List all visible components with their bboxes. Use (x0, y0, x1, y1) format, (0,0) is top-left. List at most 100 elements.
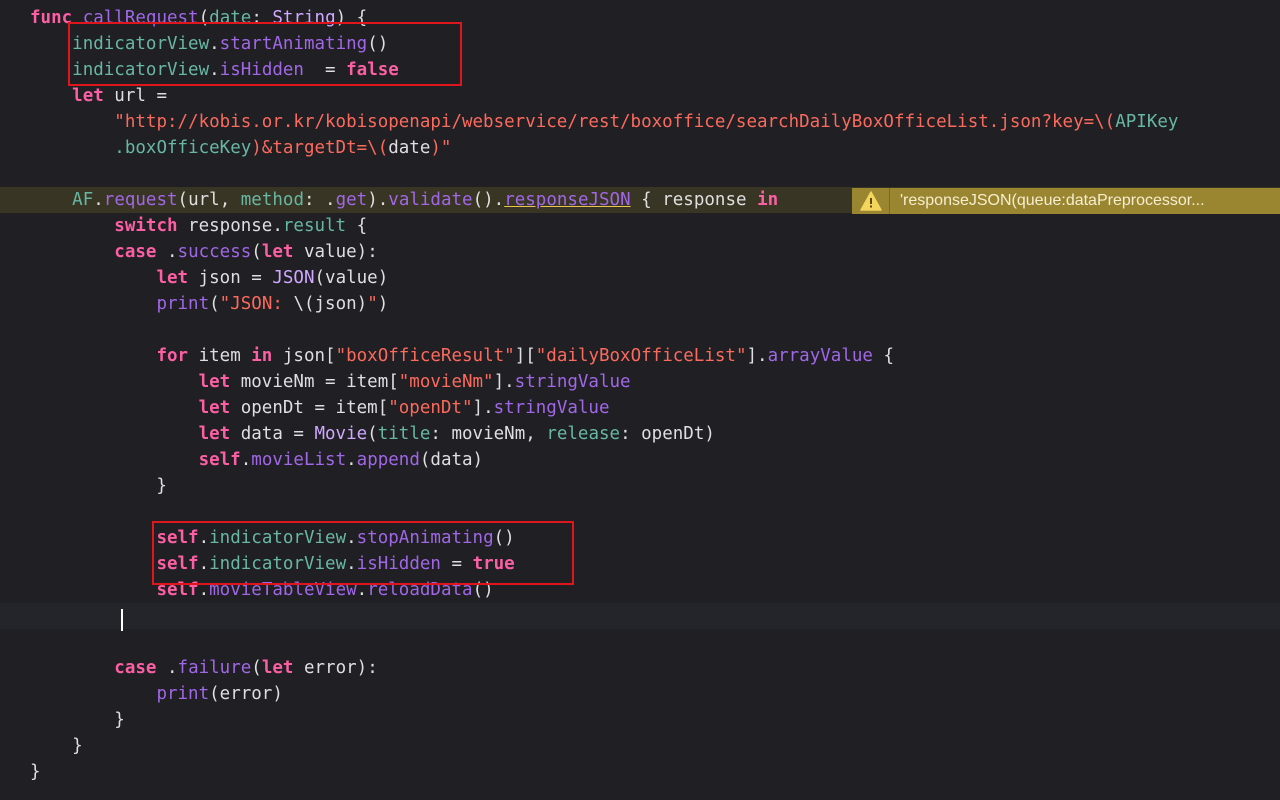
code-token: " (367, 294, 378, 314)
code-token: : movieNm, (430, 424, 547, 444)
code-token: } (30, 762, 41, 782)
code-line[interactable]: let openDt = item["openDt"].stringValue (0, 395, 1280, 421)
code-token: (value) (314, 268, 389, 288)
code-line[interactable] (0, 161, 1280, 187)
code-token: release (546, 424, 621, 444)
code-token: responseJSON (504, 190, 631, 210)
warning-message: 'responseJSON(queue:dataPreprocessor... (900, 192, 1205, 209)
code-token: print (156, 294, 210, 314)
code-token: ( (209, 294, 220, 314)
text-cursor (121, 609, 123, 631)
code-token: func (30, 8, 73, 28)
code-token: method (240, 190, 304, 210)
code-token: json[ (272, 346, 336, 366)
code-token: success (177, 242, 252, 262)
code-token: movieList (251, 450, 347, 470)
code-token: ) (377, 294, 389, 314)
code-token: get (335, 190, 368, 210)
code-token: APIKey (1115, 112, 1179, 132)
code-line[interactable]: let json = JSON(value) (0, 265, 1280, 291)
code-line[interactable]: print("JSON: \(json)") (0, 291, 1280, 317)
code-token: . (346, 450, 357, 470)
code-line[interactable] (0, 603, 1280, 629)
code-token: request (103, 190, 178, 210)
code-token: let (156, 268, 189, 288)
code-line[interactable]: switch response.result { (0, 213, 1280, 239)
code-token: title (377, 424, 431, 444)
code-editor[interactable]: func callRequest(date: String) { indicat… (0, 0, 1280, 800)
code-token: . (93, 190, 104, 210)
code-token: ( (367, 424, 378, 444)
code-line[interactable]: case .success(let value): (0, 239, 1280, 265)
code-token: Movie (314, 424, 368, 444)
code-line[interactable]: } (0, 473, 1280, 499)
code-token: stringValue (493, 398, 610, 418)
code-line[interactable]: } (0, 759, 1280, 785)
code-token: ][ (514, 346, 536, 366)
code-token: AF (72, 190, 94, 210)
code-token: stringValue (514, 372, 631, 392)
code-token: (url, (177, 190, 241, 210)
code-token: } (30, 710, 125, 730)
code-token: "openDt" (388, 398, 473, 418)
code-line[interactable]: .boxOfficeKey)&targetDt=\(date)" (0, 135, 1280, 161)
code-token: response. (177, 216, 283, 236)
warning-badge[interactable]: 'responseJSON(queue:dataPreprocessor... (852, 188, 1280, 214)
code-token: : . (303, 190, 336, 210)
code-line[interactable]: let movieNm = item["movieNm"].stringValu… (0, 369, 1280, 395)
code-token: in (757, 190, 779, 210)
code-token: switch (114, 216, 178, 236)
code-line[interactable]: } (0, 733, 1280, 759)
code-token: append (356, 450, 420, 470)
code-line[interactable]: "http://kobis.or.kr/kobisopenapi/webserv… (0, 109, 1280, 135)
code-token: self (198, 450, 241, 470)
code-token: )" (430, 138, 452, 158)
code-token: json = (188, 268, 273, 288)
code-token: error): (293, 658, 378, 678)
code-token: openDt = item[ (230, 398, 389, 418)
code-token: { (346, 216, 368, 236)
code-line[interactable]: case .failure(let error): (0, 655, 1280, 681)
code-token: : openDt) (620, 424, 715, 444)
code-token: JSON (272, 268, 315, 288)
code-line[interactable] (0, 317, 1280, 343)
code-token: "JSON: (219, 294, 294, 314)
code-token: ]. (746, 346, 768, 366)
code-token: ]. (472, 398, 494, 418)
code-line[interactable]: let data = Movie(title: movieNm, release… (0, 421, 1280, 447)
warning-triangle-icon[interactable] (852, 188, 890, 214)
code-line[interactable]: let url = (0, 83, 1280, 109)
code-token: "http://kobis.or.kr/kobisopenapi/webserv… (114, 112, 1116, 132)
code-token: .boxOfficeKey (114, 138, 252, 158)
code-line[interactable]: self.movieList.append(data) (0, 447, 1280, 473)
code-token: . (156, 658, 178, 678)
code-token: movieNm = item[ (230, 372, 399, 392)
code-token: (data) (419, 450, 484, 470)
code-token: ( (251, 658, 262, 678)
code-line[interactable]: for item in json["boxOfficeResult"]["dai… (0, 343, 1280, 369)
code-line[interactable]: print(error) (0, 681, 1280, 707)
code-token: "movieNm" (398, 372, 494, 392)
code-line[interactable]: } (0, 707, 1280, 733)
code-token: let (261, 658, 294, 678)
code-token: "dailyBoxOfficeList" (535, 346, 747, 366)
code-line[interactable] (0, 629, 1280, 655)
code-token: } (30, 476, 167, 496)
code-token: case (114, 242, 157, 262)
highlight-box-stop-animating (152, 521, 574, 585)
code-token: { response (630, 190, 758, 210)
code-token: arrayValue (767, 346, 873, 366)
code-token: { (872, 346, 894, 366)
